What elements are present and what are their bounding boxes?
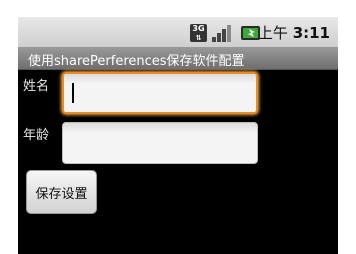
signal-bars-icon — [212, 25, 231, 42]
network-arrows-icon: ⇅ — [195, 34, 202, 42]
name-input[interactable] — [70, 78, 254, 110]
network-badge-label: 3G — [192, 24, 205, 33]
save-settings-button[interactable]: 保存设置 — [26, 170, 97, 214]
clock-period: 上午 — [257, 24, 288, 42]
clock-time: 3:11 — [292, 24, 330, 42]
status-clock: 上午 3:11 — [258, 22, 330, 43]
page-title: 使用sharePerferences保存软件配置 — [28, 54, 245, 69]
network-3g-icon: 3G ⇅ — [190, 24, 207, 42]
title-bar: 使用sharePerferences保存软件配置 — [18, 47, 338, 70]
age-input[interactable] — [69, 127, 253, 159]
status-bar: 3G ⇅ 上午 3:11 — [18, 17, 338, 47]
text-cursor — [72, 83, 74, 103]
name-label: 姓名 — [23, 79, 50, 94]
name-field[interactable] — [62, 72, 258, 114]
age-field[interactable] — [62, 122, 258, 164]
phone-screen: 3G ⇅ 上午 3:11 使用sharePerferences保存软件配置 姓名… — [18, 17, 338, 254]
age-label: 年龄 — [23, 128, 50, 143]
